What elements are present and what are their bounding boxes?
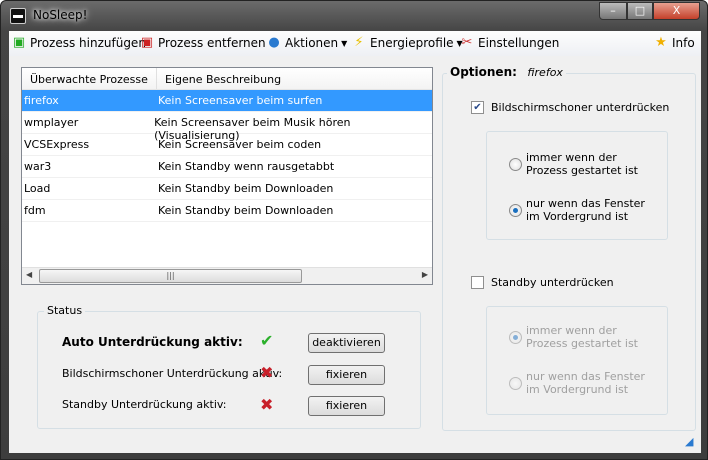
horizontal-scrollbar[interactable]: ◀ ||| ▶ [22, 267, 432, 284]
status-group: Status Auto Unterdrückung aktiv: ✔ deakt… [37, 304, 421, 429]
description-cell: Kein Screensaver beim surfen [158, 94, 323, 107]
description-cell: Kein Standby beim Downloaden [158, 182, 334, 195]
add-window-icon: ▣ [12, 35, 26, 50]
options-title: Optionen: [450, 65, 517, 79]
column-header-process[interactable]: Überwachte Prozesse [22, 68, 157, 89]
screensaver-foreground-label[interactable]: nur wenn das Fenster im Vordergrund ist [526, 197, 645, 223]
deactivate-button[interactable]: deaktivieren [308, 333, 385, 353]
add-process-button[interactable]: ▣ Prozess hinzufügen [11, 35, 146, 51]
screensaver-suppression-label: Bildschirmschoner Unterdrückung aktiv: [62, 367, 283, 380]
list-header: Überwachte Prozesse Eigene Beschreibung [22, 68, 432, 90]
lightning-icon: ⚡ [354, 35, 364, 50]
actions-menu[interactable]: ● Aktionen ▼ [266, 35, 347, 51]
scroll-left-icon[interactable]: ◀ [26, 270, 32, 279]
auto-suppression-label: Auto Unterdrückung aktiv: [62, 335, 243, 349]
settings-label: Einstellungen [478, 36, 560, 50]
screensaver-checkbox[interactable]: ✔ [471, 101, 484, 114]
standby-foreground-label[interactable]: nur wenn das Fenster im Vordergrund ist [526, 370, 645, 396]
fix-screensaver-button[interactable]: fixieren [308, 365, 385, 385]
options-legend: Optionen: firefox [447, 65, 566, 79]
process-name-cell: firefox [24, 94, 59, 107]
process-name-cell: fdm [24, 204, 46, 217]
description-cell: Kein Standby beim Downloaden [158, 204, 334, 217]
standby-always-radio[interactable] [509, 331, 522, 344]
remove-process-button[interactable]: ▣ Prozess entfernen [139, 35, 266, 51]
remove-window-icon: ▣ [140, 35, 154, 50]
power-profiles-menu[interactable]: ⚡ Energieprofile ▼ [351, 35, 462, 51]
info-button[interactable]: ★ Info [653, 35, 695, 51]
process-name-cell: VCSExpress [24, 138, 90, 151]
table-row[interactable]: Load Kein Standby beim Downloaden [22, 178, 432, 200]
power-label: Energieprofile [370, 36, 454, 50]
standby-suppression-label: Standby Unterdrückung aktiv: [62, 398, 227, 411]
globe-icon: ● [268, 35, 280, 50]
scrollbar-thumb[interactable]: ||| [39, 269, 302, 283]
checkmark-icon: ✔ [260, 331, 274, 350]
fix-standby-button[interactable]: fixieren [308, 396, 385, 416]
screensaver-always-label[interactable]: immer wenn der Prozess gestartet ist [526, 151, 638, 177]
options-group: Optionen: firefox ✔ Bildschirmschoner un… [442, 65, 696, 431]
remove-label: Prozess entfernen [158, 36, 266, 50]
status-legend: Status [44, 304, 86, 317]
screensaver-always-radio[interactable] [509, 158, 522, 171]
table-row[interactable]: wmplayer Kein Screensaver beim Musik höre… [22, 112, 432, 142]
cross-icon: ✖ [260, 395, 274, 414]
screensaver-foreground-radio[interactable] [509, 204, 522, 217]
app-window: NoSleep! – □ X ▣ Prozess hinzufügen ▣ Proz… [0, 0, 708, 460]
actions-label: Aktionen [285, 36, 339, 50]
process-list[interactable]: Überwachte Prozesse Eigene Beschreibung … [21, 67, 433, 285]
standby-always-label[interactable]: immer wenn der Prozess gestartet ist [526, 324, 638, 350]
info-label: Info [672, 36, 695, 50]
screensaver-checkbox-label[interactable]: Bildschirmschoner unterdrücken [491, 101, 669, 114]
column-header-description[interactable]: Eigene Beschreibung [157, 68, 432, 89]
process-name-cell: war3 [24, 160, 52, 173]
chevron-down-icon: ▼ [341, 38, 348, 48]
tools-icon: ✂ [461, 35, 473, 50]
process-name-cell: Load [24, 182, 51, 195]
standby-checkbox[interactable] [471, 276, 484, 289]
add-label: Prozess hinzufügen [30, 36, 146, 50]
toolbar: ▣ Prozess hinzufügen ▣ Prozess entfernen ●… [9, 31, 701, 56]
description-cell: Kein Screensaver beim Musik hören (Visua… [154, 116, 351, 142]
star-icon: ★ [655, 35, 667, 50]
standby-foreground-radio[interactable] [509, 377, 522, 390]
screensaver-mode-group: immer wenn der Prozess gestartet ist nur … [486, 131, 668, 240]
maximize-button[interactable]: □ [627, 2, 653, 20]
table-row[interactable]: firefox Kein Screensaver beim surfen [22, 90, 432, 112]
table-row[interactable]: VCSExpress Kein Screensaver beim coden [22, 134, 432, 156]
resize-grip-icon[interactable]: ◢ [685, 435, 693, 448]
settings-button[interactable]: ✂ Einstellungen [459, 35, 560, 51]
table-row[interactable]: fdm Kein Standby beim Downloaden [22, 200, 432, 222]
close-button[interactable]: X [653, 2, 700, 20]
standby-mode-group: immer wenn der Prozess gestartet ist nur … [486, 306, 668, 415]
client-area: ▣ Prozess hinzufügen ▣ Prozess entfernen ●… [9, 31, 701, 453]
standby-checkbox-label[interactable]: Standby unterdrücken [491, 276, 614, 289]
process-name-cell: wmplayer [24, 116, 79, 129]
description-cell: Kein Standby wenn rausgetabbt [158, 160, 335, 173]
minimize-button[interactable]: – [599, 2, 627, 20]
cross-icon: ✖ [260, 363, 274, 382]
bed-icon [10, 8, 26, 24]
options-process-name: firefox [527, 66, 563, 79]
table-row[interactable]: war3 Kein Standby wenn rausgetabbt [22, 156, 432, 178]
description-cell: Kein Screensaver beim coden [158, 138, 322, 151]
scroll-right-icon[interactable]: ▶ [422, 270, 428, 279]
window-title: NoSleep! [33, 8, 88, 22]
